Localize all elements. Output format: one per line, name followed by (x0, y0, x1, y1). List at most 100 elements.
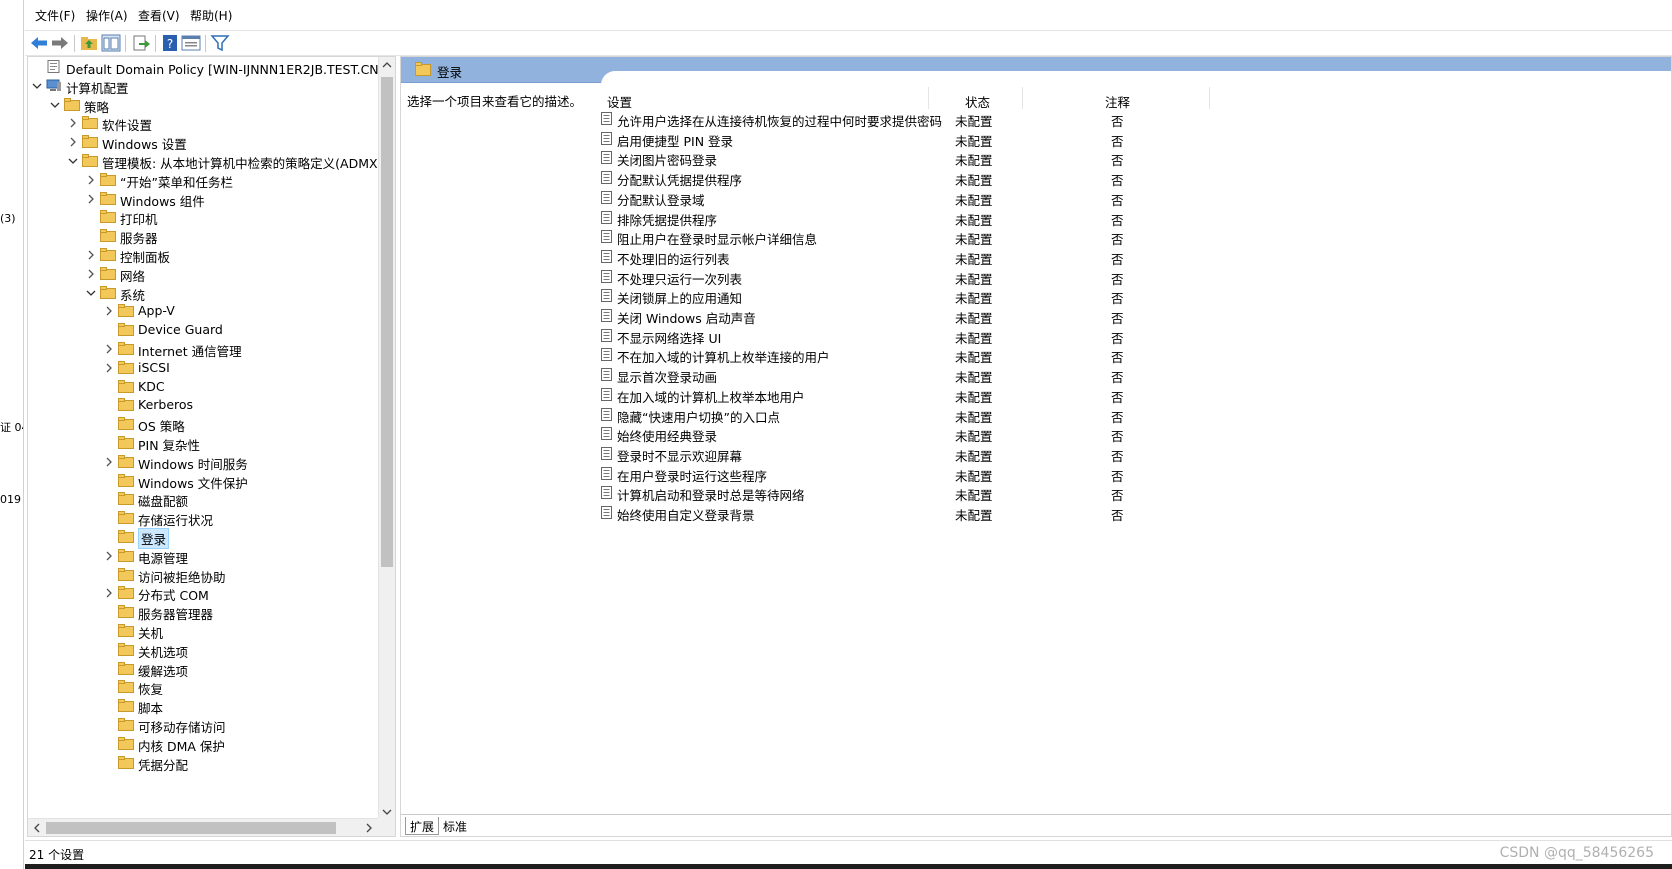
collapsed-chevron-icon[interactable] (104, 306, 114, 316)
console-tree-pane[interactable]: Default Domain Policy [WIN-IJNNN1ER2JB.T… (27, 56, 396, 837)
scroll-right-icon[interactable] (364, 823, 374, 833)
scroll-up-icon[interactable] (382, 60, 392, 70)
column-header-state[interactable]: 状态 (965, 87, 990, 111)
expanded-chevron-icon[interactable] (68, 156, 78, 166)
collapsed-chevron-icon[interactable] (104, 551, 114, 561)
back-arrow-icon[interactable] (29, 34, 49, 52)
properties-view-icon[interactable] (181, 34, 201, 52)
collapsed-chevron-icon[interactable] (68, 137, 78, 147)
column-header-setting[interactable]: 设置 (607, 87, 632, 111)
tree-item-label: Kerberos (138, 397, 194, 413)
collapsed-chevron-icon[interactable] (86, 250, 96, 260)
collapsed-chevron-icon[interactable] (86, 175, 96, 185)
tree-horizontal-scroll-thumb[interactable] (46, 822, 336, 834)
collapsed-chevron-icon[interactable] (86, 269, 96, 279)
policy-setting-icon (601, 309, 612, 322)
export-list-icon[interactable] (131, 34, 151, 52)
setting-name: 关闭锁屏上的应用通知 (617, 291, 743, 307)
setting-row[interactable]: 阻止用户在登录时显示帐户详细信息 未配置 否 (601, 227, 1221, 247)
setting-name: 显示首次登录动画 (617, 370, 718, 386)
up-folder-icon[interactable] (79, 34, 99, 52)
menu-help[interactable]: 帮助(H) (190, 7, 232, 24)
setting-name: 关闭 Windows 启动声音 (617, 311, 756, 326)
collapsed-chevron-icon[interactable] (104, 363, 114, 373)
policy-setting-icon (601, 427, 612, 441)
expanded-chevron-icon[interactable] (50, 100, 60, 110)
collapsed-chevron-icon[interactable] (104, 457, 114, 467)
tab-standard[interactable]: 标准 (439, 817, 471, 835)
filter-icon[interactable] (210, 34, 230, 52)
setting-row[interactable]: 不显示网络选择 UI 未配置 否 (601, 326, 1221, 346)
tree-vertical-scroll-thumb[interactable] (381, 77, 393, 567)
scroll-down-icon[interactable] (382, 807, 392, 817)
setting-state: 未配置 (955, 468, 993, 484)
policy-setting-icon (601, 368, 612, 382)
menu-view[interactable]: 查看(V) (138, 7, 180, 24)
collapsed-chevron-icon[interactable] (86, 194, 96, 204)
tree-item-label: 管理模板: 从本地计算机中检索的策略定义(ADMX (102, 156, 378, 171)
expanded-chevron-icon[interactable] (86, 288, 96, 298)
collapsed-chevron-icon[interactable] (68, 118, 78, 128)
setting-row[interactable]: 分配默认登录域 未配置 否 (601, 188, 1221, 208)
expanded-chevron-icon[interactable] (32, 81, 42, 91)
setting-row[interactable]: 登录时不显示欢迎屏幕 未配置 否 (601, 444, 1221, 464)
setting-row[interactable]: 允许用户选择在从连接待机恢复的过程中何时要求提供密码 未配置 否 (601, 109, 1221, 129)
column-divider[interactable] (1022, 87, 1023, 109)
setting-row[interactable]: 计算机启动和登录时总是等待网络 未配置 否 (601, 483, 1221, 503)
menu-action[interactable]: 操作(A) (86, 7, 128, 24)
folder-icon (118, 360, 134, 374)
column-divider[interactable] (928, 87, 929, 109)
policy-setting-icon (601, 506, 612, 519)
setting-note: 否 (1111, 114, 1124, 129)
help-icon[interactable]: ? (160, 34, 180, 52)
folder-icon (118, 718, 134, 731)
setting-row[interactable]: 排除凭据提供程序 未配置 否 (601, 208, 1221, 228)
tree-item-label: “开始”菜单和任务栏 (120, 174, 233, 190)
show-hide-console-tree-icon[interactable] (101, 34, 121, 52)
policy-setting-icon (601, 407, 612, 421)
tree-vertical-scrollbar[interactable] (378, 57, 395, 820)
folder-icon (100, 248, 116, 261)
tree-item-label: 磁盘配额 (138, 494, 189, 510)
setting-row[interactable]: 隐藏“快速用户切换”的入口点 未配置 否 (601, 405, 1221, 425)
setting-state: 未配置 (955, 370, 993, 386)
setting-row[interactable]: 关闭图片密码登录 未配置 否 (601, 148, 1221, 168)
collapsed-chevron-icon[interactable] (104, 344, 114, 354)
setting-row[interactable]: 始终使用自定义登录背景 未配置 否 (601, 503, 1221, 523)
setting-row[interactable]: 启用便捷型 PIN 登录 未配置 否 (601, 129, 1221, 149)
policy-setting-icon (601, 131, 612, 145)
folder-icon (118, 586, 134, 600)
setting-row[interactable]: 分配默认凭据提供程序 未配置 否 (601, 168, 1221, 188)
setting-row[interactable]: 关闭锁屏上的应用通知 未配置 否 (601, 286, 1221, 306)
setting-row[interactable]: 在加入域的计算机上枚举本地用户 未配置 否 (601, 385, 1221, 405)
folder-icon (118, 511, 134, 525)
folder-icon (118, 736, 134, 750)
setting-state: 未配置 (955, 153, 993, 169)
forward-arrow-icon[interactable] (50, 34, 70, 52)
tree-item-label: 访问被拒绝协助 (138, 569, 226, 585)
setting-name: 启用便捷型 PIN 登录 (617, 133, 734, 149)
setting-row[interactable]: 显示首次登录动画 未配置 否 (601, 365, 1221, 385)
collapsed-chevron-icon[interactable] (104, 588, 114, 598)
menu-file[interactable]: 文件(F) (35, 7, 75, 24)
tree-horizontal-scrollbar[interactable] (28, 818, 380, 836)
scroll-left-icon[interactable] (32, 823, 42, 833)
setting-row[interactable]: 关闭 Windows 启动声音 未配置 否 (601, 306, 1221, 326)
tree-item-label: Windows 设置 (102, 137, 187, 153)
tree-item-label: 服务器管理器 (138, 607, 214, 623)
tree-item-label: 网络 (120, 268, 146, 284)
setting-state: 未配置 (955, 429, 993, 445)
column-header-note[interactable]: 注释 (1105, 87, 1130, 111)
folder-icon (100, 172, 116, 186)
description-text: 选择一个项目来查看它的描述。 (407, 94, 583, 109)
column-divider[interactable] (1209, 87, 1210, 109)
setting-row[interactable]: 不处理只运行一次列表 未配置 否 (601, 267, 1221, 287)
setting-row[interactable]: 始终使用经典登录 未配置 否 (601, 424, 1221, 444)
tab-extended[interactable]: 扩展 (405, 817, 440, 835)
setting-row[interactable]: 不在加入域的计算机上枚举连接的用户 未配置 否 (601, 345, 1221, 365)
setting-state: 未配置 (955, 311, 993, 326)
setting-row[interactable]: 不处理旧的运行列表 未配置 否 (601, 247, 1221, 267)
setting-note: 否 (1111, 409, 1124, 425)
setting-row[interactable]: 在用户登录时运行这些程序 未配置 否 (601, 464, 1221, 484)
folder-icon (118, 680, 134, 694)
